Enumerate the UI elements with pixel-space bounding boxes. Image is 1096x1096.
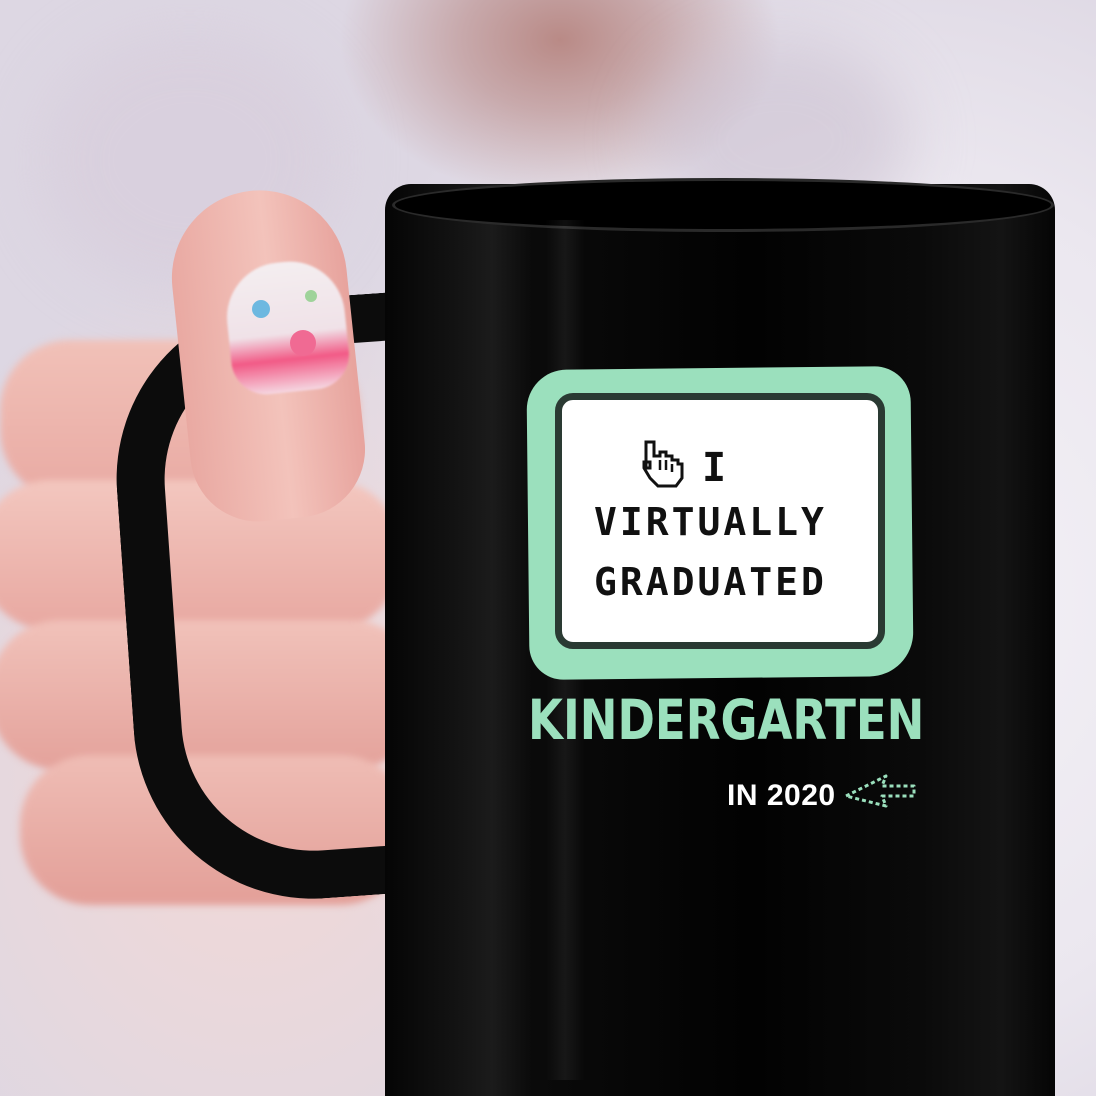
photo-scene: I VIRTUALLY GRADUATED KINDERGARTEN IN 20… bbox=[0, 0, 1096, 1096]
nail-flower bbox=[290, 330, 316, 356]
line-graduated: GRADUATED bbox=[594, 560, 827, 604]
cursor-arrow-icon bbox=[844, 774, 916, 808]
school-level-text: KINDERGARTEN bbox=[528, 688, 925, 752]
year-text: IN 2020 bbox=[727, 779, 836, 812]
nail-flower bbox=[305, 290, 317, 302]
line-i: I bbox=[702, 445, 730, 491]
mug-rim bbox=[392, 178, 1054, 232]
pointer-hand-icon bbox=[642, 440, 684, 488]
nail-flower bbox=[252, 300, 270, 318]
line-virtually: VIRTUALLY bbox=[594, 500, 827, 544]
